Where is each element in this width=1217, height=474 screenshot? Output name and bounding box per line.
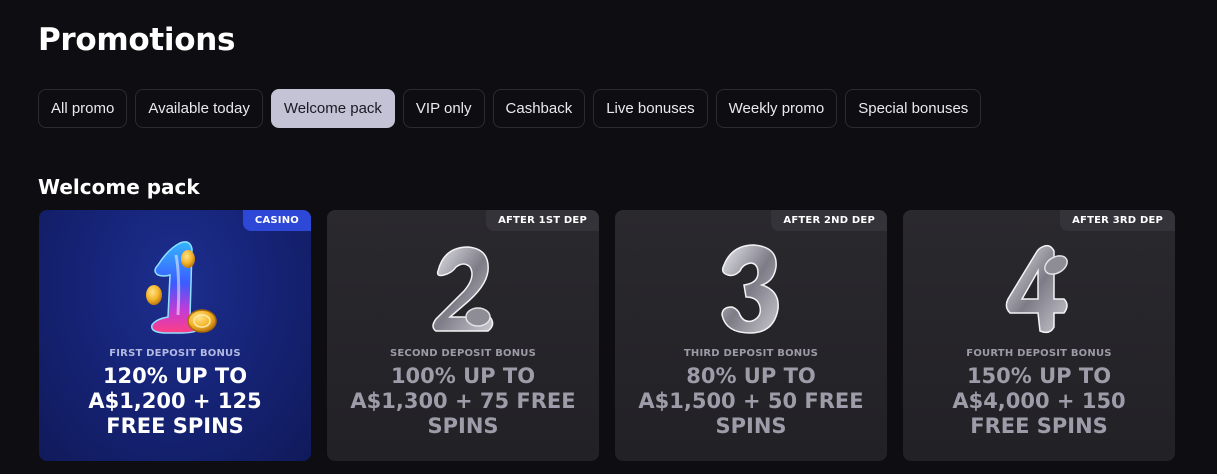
tab-welcome-pack[interactable]: Welcome pack [270, 89, 395, 128]
section-title: Welcome pack [38, 175, 200, 199]
page-title: Promotions [38, 22, 236, 58]
promo-card-second-deposit[interactable]: AFTER 1ST DEP SECOND DEPOSIT BONUS 100% … [327, 210, 599, 461]
card-subtitle: FOURTH DEPOSIT BONUS [966, 348, 1112, 359]
promo-card-third-deposit[interactable]: AFTER 2ND DEP THIRD DEPOSIT BONUS 80% UP… [615, 210, 887, 461]
tab-available-today[interactable]: Available today [135, 89, 263, 128]
promo-filter-tabs: All promo Available today Welcome pack V… [38, 89, 982, 128]
card-subtitle: THIRD DEPOSIT BONUS [683, 348, 819, 359]
tab-vip-only[interactable]: VIP only [402, 89, 485, 128]
promo-card-first-deposit[interactable]: CASINO FIRST DEPOSIT BONUS 120% UP TO A$… [39, 210, 311, 461]
card-offer: 100% UP TO A$1,300 + 75 FREE SPINS [350, 364, 576, 438]
number-four-icon [903, 230, 1175, 350]
tab-all-promo[interactable]: All promo [38, 89, 128, 128]
promo-card-fourth-deposit[interactable]: AFTER 3RD DEP FOURTH DEPOSIT BONUS 150% … [903, 210, 1175, 461]
card-badge: AFTER 1ST DEP [486, 210, 599, 231]
welcome-pack-cards: CASINO FIRST DEPOSIT BONUS 120% UP TO A$… [39, 210, 1175, 461]
card-offer: 80% UP TO A$1,500 + 50 FREE SPINS [638, 364, 864, 438]
card-offer: 120% UP TO A$1,200 + 125 FREE SPINS [88, 364, 262, 438]
card-offer: 150% UP TO A$4,000 + 150 FREE SPINS [952, 364, 1126, 438]
tab-weekly-promo[interactable]: Weekly promo [715, 89, 838, 128]
tab-live-bonuses[interactable]: Live bonuses [593, 89, 708, 128]
card-badge: AFTER 2ND DEP [771, 210, 887, 231]
tab-special-bonuses[interactable]: Special bonuses [845, 89, 982, 128]
number-two-icon [327, 230, 599, 350]
number-one-coin-icon [39, 230, 311, 350]
tab-cashback[interactable]: Cashback [492, 89, 586, 128]
card-subtitle: FIRST DEPOSIT BONUS [109, 348, 241, 359]
card-badge: CASINO [242, 210, 311, 231]
card-subtitle: SECOND DEPOSIT BONUS [389, 348, 537, 359]
card-badge: AFTER 3RD DEP [1060, 210, 1175, 231]
number-three-icon [615, 230, 887, 350]
